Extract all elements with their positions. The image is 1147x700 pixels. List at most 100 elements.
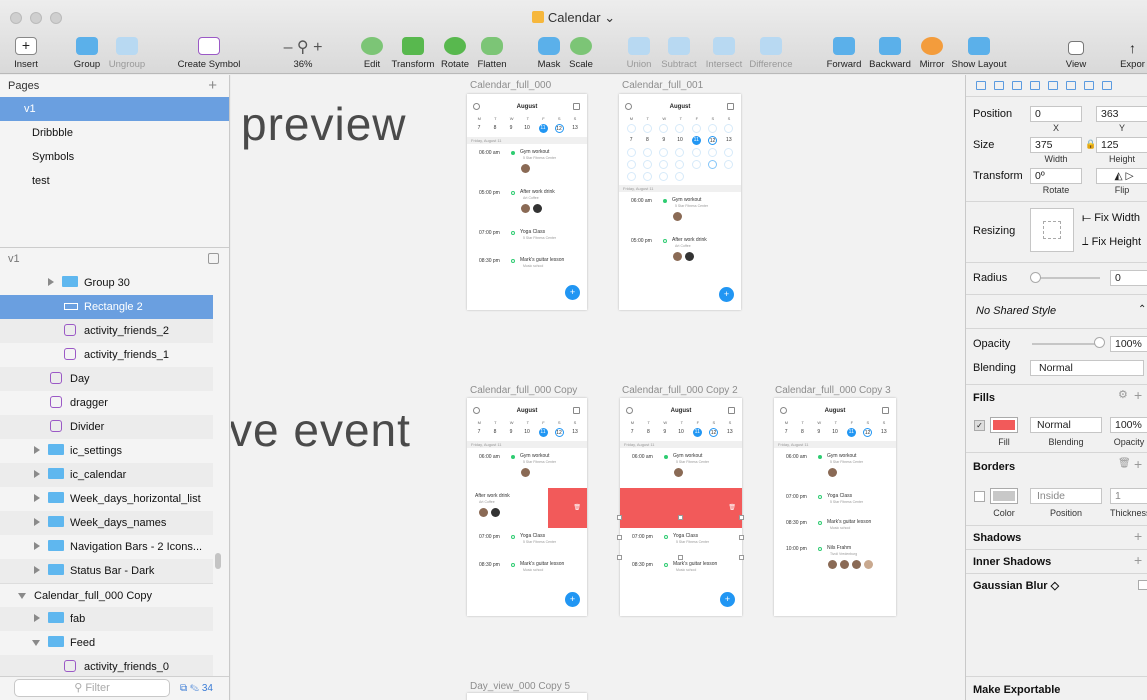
artboard-label[interactable]: Calendar_full_000 Copy 3 [775, 385, 891, 396]
rotate-button[interactable]: Rotate [440, 34, 470, 70]
blending-select[interactable]: Normal [1030, 360, 1144, 376]
flatten-button[interactable]: Flatten [472, 34, 512, 70]
lock-icon[interactable]: 🔒 [1085, 139, 1096, 150]
zoom-control[interactable]: – ⚲ +36% [278, 34, 328, 70]
align-right-icon[interactable] [1048, 81, 1058, 90]
layer-ic-calendar[interactable]: ic_calendar [0, 463, 213, 487]
disclosure-icon[interactable] [34, 494, 40, 502]
backward-button[interactable]: Backward [866, 34, 914, 70]
disclosure-icon[interactable] [34, 566, 40, 574]
resizing-widget[interactable] [1030, 208, 1074, 252]
artboard-calendar-full-000-copy[interactable]: August M T W T F S S 7 8 9 10 11 12 13 Friday, Augus… [467, 398, 587, 616]
artboard-calendar-full-000-copy-2[interactable]: August M T W T F S S 7 8 9 10 11 12 13 Friday, Augus… [620, 398, 742, 616]
layer-group-30[interactable]: Group 30 [0, 271, 213, 295]
ungroup-button[interactable]: Ungroup [106, 34, 148, 70]
layer-week-days-horizontal-list[interactable]: Week_days_horizontal_list [0, 487, 213, 511]
layer-feed[interactable]: Feed [0, 631, 213, 655]
fill-checkbox[interactable]: ✓ [974, 420, 985, 431]
layer-activity-friends-1[interactable]: activity_friends_1 [0, 343, 213, 367]
opacity-field[interactable]: 100% [1110, 336, 1147, 352]
border-color-well[interactable] [990, 488, 1018, 504]
opacity-slider-knob[interactable] [1094, 337, 1105, 348]
radius-slider-knob[interactable] [1030, 272, 1041, 283]
resize-handle[interactable] [739, 555, 744, 560]
add-page-button[interactable]: + [208, 75, 217, 97]
layers-scrollbar[interactable] [215, 553, 221, 569]
canvas-text-event[interactable]: ve event [231, 403, 411, 457]
add-fill-button[interactable]: + [1134, 387, 1142, 403]
subtract-button[interactable]: Subtract [656, 34, 702, 70]
filter-input[interactable]: ⚲ Filter [14, 679, 170, 697]
difference-button[interactable]: Difference [746, 34, 796, 70]
edit-button[interactable]: Edit [358, 34, 386, 70]
layer-divider[interactable]: Divider [0, 415, 213, 439]
layer-status-bar-dark[interactable]: Status Bar - Dark [0, 559, 213, 583]
layer-activity-friends-2[interactable]: activity_friends_2 [0, 319, 213, 343]
align-bottom-icon[interactable] [1102, 81, 1112, 90]
selected-rectangle[interactable]: 🗑 [620, 488, 742, 528]
disclosure-icon[interactable] [34, 446, 40, 454]
resize-handle[interactable] [678, 555, 683, 560]
border-position-select[interactable]: Inside [1030, 488, 1102, 504]
flip-buttons[interactable]: ◭ ▷ [1096, 168, 1147, 184]
artboard-label[interactable]: Calendar_full_000 Copy [470, 385, 577, 396]
align-left-icon[interactable] [1012, 81, 1022, 90]
group-button[interactable]: Group [72, 34, 102, 70]
resize-handle[interactable] [739, 535, 744, 540]
align-center-icon[interactable] [1030, 81, 1040, 90]
layer-day[interactable]: Day [0, 367, 213, 391]
artboard-label[interactable]: Calendar_full_000 [470, 80, 551, 91]
scale-button[interactable]: Scale [566, 34, 596, 70]
y-field[interactable]: 363 [1096, 106, 1147, 122]
rotate-field[interactable]: 0º [1030, 168, 1082, 184]
disclosure-icon[interactable] [34, 470, 40, 478]
trash-icon[interactable]: 🗑 [1118, 458, 1131, 469]
select-arrows-icon[interactable]: ⌃ [1138, 304, 1146, 315]
resize-handle[interactable] [617, 515, 622, 520]
page-item-v1[interactable]: v1 [0, 97, 229, 121]
artboard-label[interactable]: Day_view_000 Copy 5 [470, 681, 570, 692]
height-field[interactable]: 125 [1096, 137, 1147, 153]
shared-style-select[interactable]: No Shared Style [976, 305, 1056, 317]
mask-button[interactable]: Mask [534, 34, 564, 70]
disclosure-icon[interactable] [34, 542, 40, 550]
resize-handle[interactable] [617, 535, 622, 540]
fill-blending-select[interactable]: Normal [1030, 417, 1102, 433]
canvas-text-preview[interactable]: preview [241, 97, 407, 151]
gaussian-blur-select[interactable]: Gaussian Blur ◇ [973, 579, 1059, 592]
zoom-out-icon[interactable]: – [284, 39, 293, 56]
artboard-label[interactable]: Calendar_full_000 Copy 2 [622, 385, 738, 396]
fill-opacity-field[interactable]: 100% [1110, 417, 1147, 433]
distribute-vertical-icon[interactable] [994, 81, 1004, 90]
align-top-icon[interactable] [1066, 81, 1076, 90]
add-shadow-button[interactable]: + [1134, 528, 1142, 544]
artboard-calendar-full-001[interactable]: August M T W T F S S 7 8 9 10 11 12 13 Friday, Augus… [619, 94, 741, 310]
page-item-dribbble[interactable]: Dribbble [0, 121, 229, 145]
layer-dragger[interactable]: dragger [0, 391, 213, 415]
resize-handle[interactable] [617, 555, 622, 560]
align-middle-icon[interactable] [1084, 81, 1094, 90]
layer-navigation-bars[interactable]: Navigation Bars - 2 Icons... [0, 535, 213, 559]
layer-ic-settings[interactable]: ic_settings [0, 439, 213, 463]
border-checkbox[interactable] [974, 491, 985, 502]
disclosure-icon[interactable] [32, 640, 40, 646]
export-button[interactable]: ↑ Expor [1118, 34, 1147, 70]
fix-height-toggle[interactable]: ⟘ Fix Height [1082, 236, 1141, 249]
layer-artboard-calendar-copy[interactable]: Calendar_full_000 Copy [0, 583, 213, 607]
layer-rectangle-2[interactable]: Rectangle 2 [0, 295, 213, 319]
x-field[interactable]: 0 [1030, 106, 1082, 122]
intersect-button[interactable]: Intersect [702, 34, 746, 70]
resize-handle[interactable] [739, 515, 744, 520]
collapse-icon[interactable] [208, 253, 219, 264]
opacity-slider-track[interactable] [1032, 343, 1100, 345]
resize-handle[interactable] [678, 515, 683, 520]
flip-vertical-icon[interactable]: ▷ [1125, 170, 1133, 182]
union-button[interactable]: Union [622, 34, 656, 70]
disclosure-icon[interactable] [18, 593, 26, 599]
radius-field[interactable]: 0 [1110, 270, 1147, 286]
canvas[interactable]: preview ve event Calendar_full_000 Calen… [231, 75, 965, 700]
layer-fab[interactable]: fab [0, 607, 213, 631]
show-layout-button[interactable]: Show Layout [950, 34, 1008, 70]
add-inner-shadow-button[interactable]: + [1134, 552, 1142, 568]
transform-button[interactable]: Transform [388, 34, 438, 70]
